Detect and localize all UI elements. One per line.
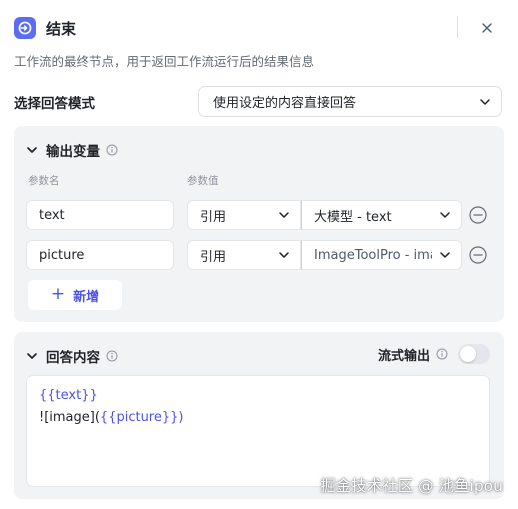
close-button[interactable] [478, 19, 496, 37]
streaming-output-label: 流式输出 [377, 348, 430, 364]
node-header: 结束 [14, 14, 504, 42]
remove-variable-icon[interactable] [469, 246, 487, 264]
node-title: 结束 [46, 19, 77, 38]
output-variables-header[interactable]: 输出变量 [26, 140, 118, 160]
editor-text: ![image]( [39, 410, 100, 425]
param-type-value: 引用 [200, 249, 227, 265]
chevron-down-icon [279, 252, 289, 258]
chevron-down-icon [440, 212, 450, 218]
answer-content-editor[interactable]: {{text}} ![image]({{picture}}) [26, 375, 490, 487]
header-divider [457, 16, 458, 38]
add-variable-label: 新增 [73, 289, 100, 305]
param-value-select[interactable]: ImageToolPro - image_url [301, 240, 462, 270]
variable-row: text 引用 大模型 - text [26, 200, 492, 230]
collapse-chevron-icon[interactable] [26, 144, 38, 156]
node-description: 工作流的最终节点，用于返回工作流运行后的结果信息 [14, 54, 315, 69]
chevron-down-icon [279, 212, 289, 218]
streaming-output-toggle[interactable] [458, 344, 490, 364]
editor-line: ![image]({{picture}}) [39, 407, 477, 429]
param-name-input[interactable]: picture [26, 240, 174, 270]
add-variable-button[interactable]: + 新增 [28, 280, 122, 310]
streaming-output-control: 流式输出 [378, 344, 490, 364]
info-icon[interactable] [436, 348, 448, 360]
editor-text: ) [178, 410, 184, 425]
param-type-value: 引用 [200, 209, 227, 225]
param-name-input[interactable]: text [26, 200, 174, 230]
info-icon[interactable] [106, 350, 118, 362]
param-value: 大模型 - text [314, 209, 392, 225]
toggle-knob [460, 346, 476, 362]
param-type-select[interactable]: 引用 [187, 240, 301, 270]
answer-mode-select[interactable]: 使用设定的内容直接回答 [198, 86, 502, 117]
chevron-down-icon [480, 98, 490, 105]
info-icon[interactable] [106, 144, 118, 156]
output-variables-panel: 输出变量 参数名 参数值 text 引用 大模型 - text picture … [14, 126, 504, 322]
answer-mode-value: 使用设定的内容直接回答 [213, 96, 357, 111]
column-header-name: 参数名 [28, 175, 60, 187]
editor-line: {{text}} [39, 385, 477, 407]
param-type-select[interactable]: 引用 [187, 200, 301, 230]
watermark: 掘金技术社区 @ 池鱼ipou [320, 477, 503, 495]
param-value: ImageToolPro - image_url [314, 247, 432, 263]
variable-reference: {{picture}} [99, 410, 179, 425]
column-header-value: 参数值 [187, 175, 219, 187]
plus-icon: + [50, 284, 66, 304]
param-value-select[interactable]: 大模型 - text [301, 200, 462, 230]
remove-variable-icon[interactable] [469, 206, 487, 224]
variable-reference: {{text}} [39, 388, 98, 403]
chevron-down-icon [439, 249, 451, 261]
output-variables-title: 输出变量 [46, 144, 100, 160]
answer-content-header[interactable]: 回答内容 [26, 346, 118, 366]
variable-row: picture 引用 ImageToolPro - image_url [26, 240, 492, 270]
answer-content-title: 回答内容 [46, 350, 100, 366]
answer-mode-label: 选择回答模式 [14, 96, 95, 112]
collapse-chevron-icon[interactable] [26, 350, 38, 362]
close-icon [482, 23, 492, 33]
end-node-icon [14, 17, 36, 39]
